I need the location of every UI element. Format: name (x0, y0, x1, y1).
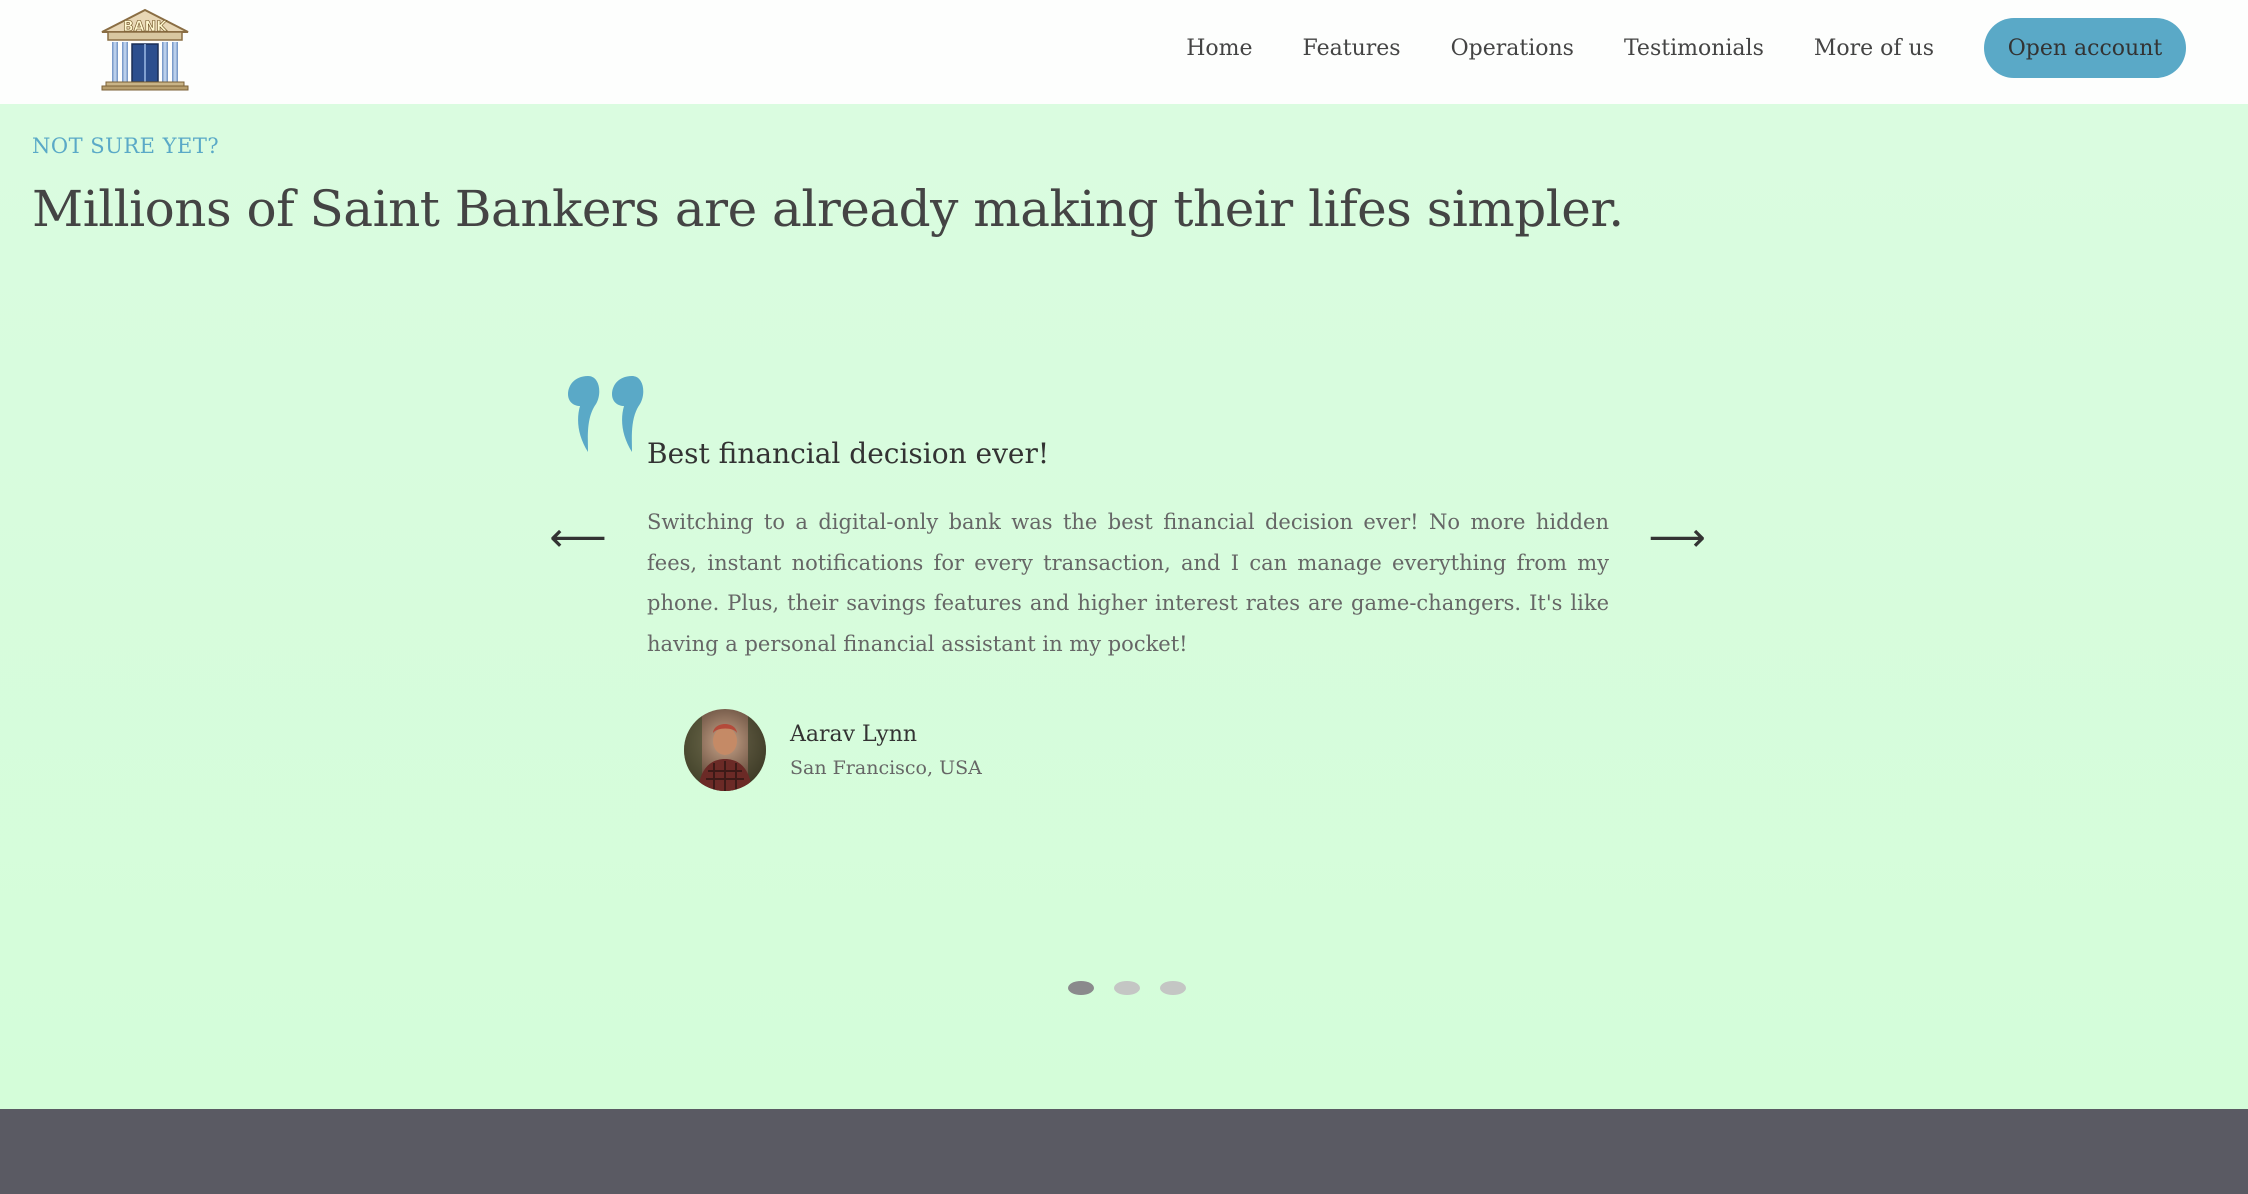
nav-link-testimonials[interactable]: Testimonials (1624, 36, 1764, 61)
section-eyebrow: NOT SURE YET? (32, 134, 220, 158)
arrow-left-icon[interactable]: ⟵ (548, 508, 608, 568)
slider-dot-2[interactable] (1114, 981, 1140, 995)
nav-links: Home Features Operations Testimonials Mo… (1186, 18, 2186, 78)
nav-link-features[interactable]: Features (1303, 36, 1401, 61)
top-navigation: BANK Home Features Operations Testimonia… (0, 0, 2248, 104)
slider-dot-3[interactable] (1160, 981, 1186, 995)
footer (0, 1109, 2248, 1194)
author-location: San Francisco, USA (790, 756, 982, 779)
testimonial-body: Switching to a digital-only bank was the… (647, 510, 1609, 656)
open-account-button[interactable]: Open account (1984, 18, 2186, 78)
testimonial-title: Best financial decision ever! (647, 437, 1050, 470)
testimonials-section: NOT SURE YET? Millions of Saint Bankers … (0, 104, 2248, 1109)
nav-link-home[interactable]: Home (1186, 36, 1252, 61)
nav-link-more-of-us[interactable]: More of us (1814, 36, 1934, 61)
testimonial-author: Aarav Lynn San Francisco, USA (684, 709, 982, 791)
quote-icon (568, 376, 644, 452)
bank-logo[interactable]: BANK (98, 8, 192, 92)
author-info: Aarav Lynn San Francisco, USA (790, 722, 982, 779)
slider-dot-1[interactable] (1068, 981, 1094, 995)
arrow-right-icon[interactable]: ⟶ (1647, 508, 1707, 568)
section-headline: Millions of Saint Bankers are already ma… (32, 180, 1624, 238)
avatar (684, 709, 766, 791)
nav-link-operations[interactable]: Operations (1451, 36, 1574, 61)
slider-dots (1068, 981, 1206, 995)
author-name: Aarav Lynn (790, 721, 918, 747)
logo-text: BANK (123, 19, 168, 35)
